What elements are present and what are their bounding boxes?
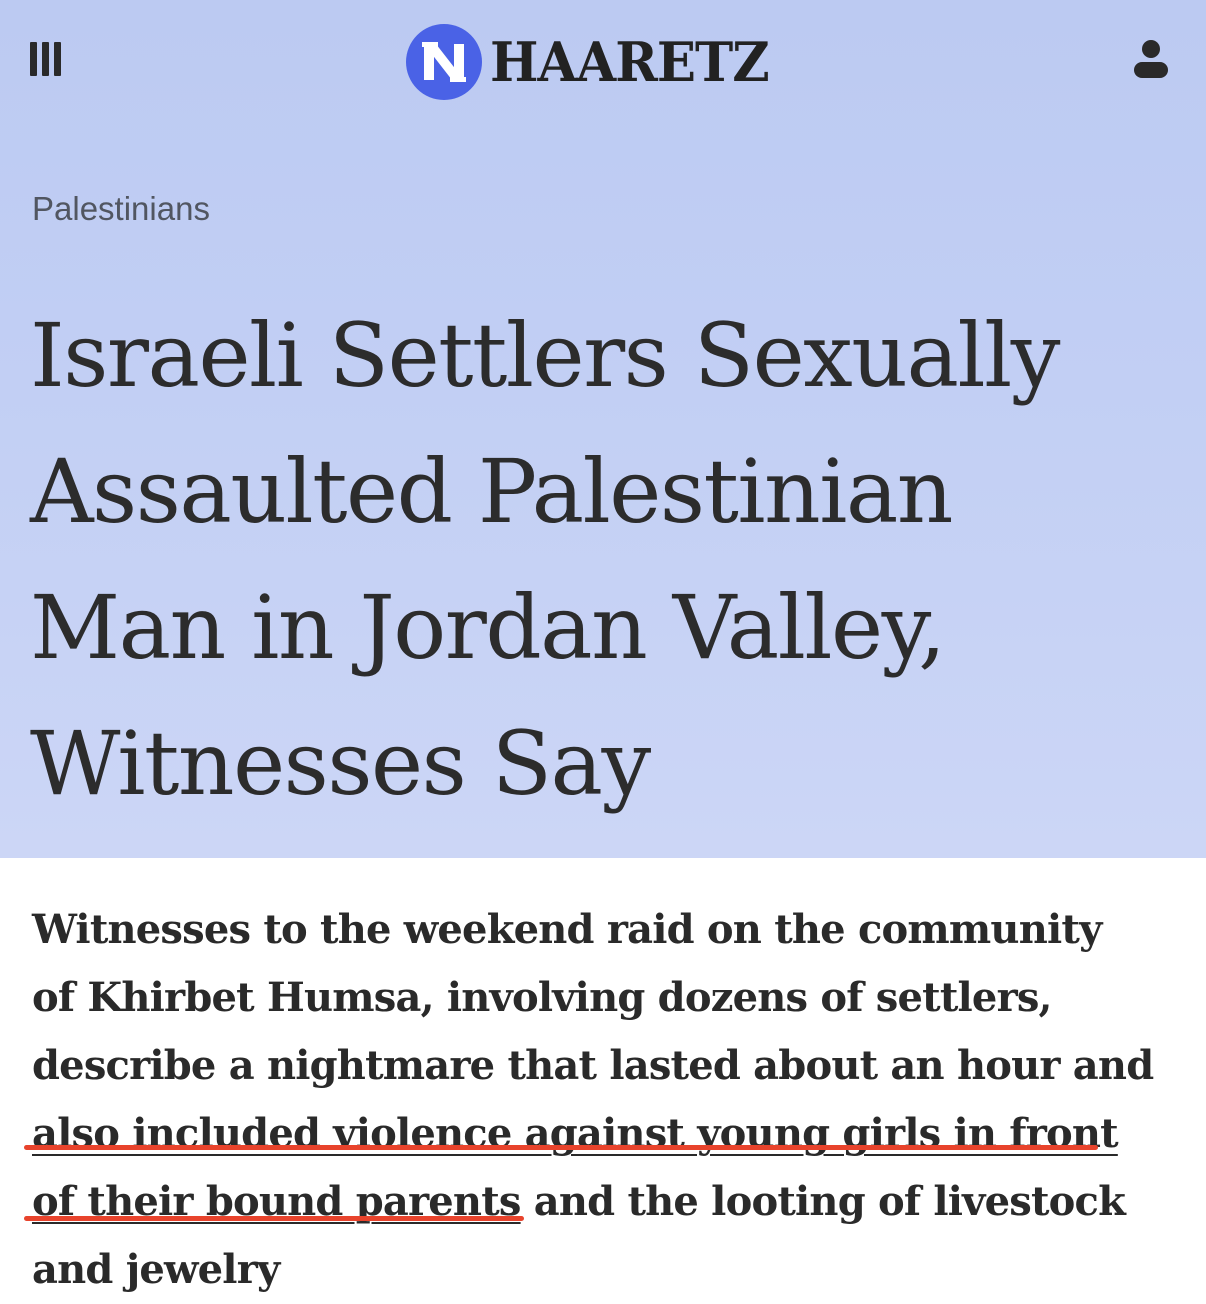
lead-line: and jewelry [32, 1246, 280, 1293]
lead-line: also included violence against young gir… [32, 1100, 1192, 1168]
haaretz-logo-icon [406, 24, 482, 100]
red-highlight-stroke [24, 1216, 524, 1221]
headline-line: Man in Jordan Valley, [30, 576, 946, 679]
lead-line: of their bound parents and the looting o… [32, 1168, 1192, 1236]
site-logo[interactable]: HAARETZ [406, 24, 783, 100]
logo-wordmark: HAARETZ [490, 30, 770, 94]
menu-button[interactable] [30, 38, 74, 82]
lead-line: describe a nightmare that lasted about a… [32, 1042, 1154, 1089]
red-highlight-stroke [24, 1145, 1098, 1150]
headline-line: Assaulted Palestinian [30, 440, 953, 543]
lead-line: Witnesses to the weekend raid on the com… [32, 906, 1102, 953]
article-headline: Israeli Settlers Sexually Assaulted Pale… [30, 288, 1200, 832]
lead-line: of Khirbet Humsa, involving dozens of se… [32, 974, 1052, 1021]
headline-line: Israeli Settlers Sexually [30, 304, 1060, 407]
article-hero: HAARETZ Palestinians Israeli Settlers Se… [0, 0, 1206, 858]
account-button[interactable] [1128, 38, 1176, 86]
lead-text: and the looting of livestock [520, 1178, 1126, 1225]
category-link[interactable]: Palestinians [32, 190, 210, 228]
article-lead: Witnesses to the weekend raid on the com… [32, 896, 1192, 1304]
headline-line: Witnesses Say [30, 712, 651, 815]
